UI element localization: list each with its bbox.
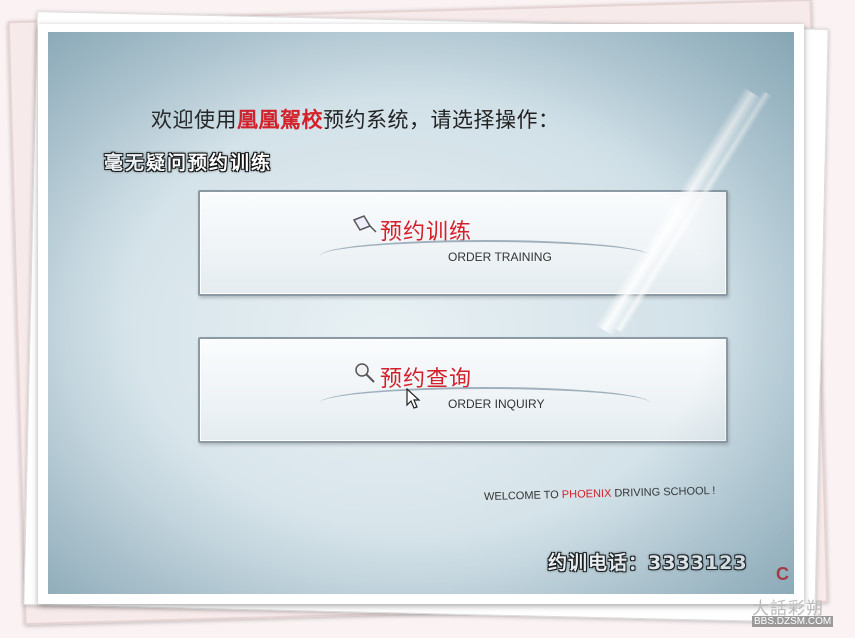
phone-label: 约训电话： [548,552,649,574]
welcome-prefix: 欢迎使用 [151,108,237,132]
footer-pre: WELCOME TO [483,488,562,504]
overlay-caption-top: 毫无疑问预约训练 [104,152,273,174]
welcome-suffix: 预约系统，请选择操作： [323,108,560,132]
footer-brand: PHOENIX [561,487,612,501]
kiosk-screen: 欢迎使用凰凰駕校预约系统，请选择操作： 毫无疑问预约训练 预约训练 ORDER … [48,32,794,594]
logo-fragment: C [776,564,789,584]
mouse-cursor-icon [406,387,422,414]
order-inquiry-button[interactable]: 预约查询 ORDER INQUIRY [198,337,728,443]
footer-post: DRIVING SCHOOL ! [611,484,716,500]
order-inquiry-label-en: ORDER INQUIRY [448,397,545,411]
watermark-url: BBS.DZSM.COM [752,616,834,627]
photo-frame: 欢迎使用凰凰駕校预约系统，请选择操作： 毫无疑问预约训练 预约训练 ORDER … [38,24,804,604]
welcome-footer: WELCOME TO PHOENIX DRIVING SCHOOL ! [484,485,716,503]
overlay-caption-phone: 约训电话：3333123 [548,548,748,575]
phone-number: 3333123 [648,552,748,574]
magnifier-icon [352,361,378,389]
diamond-icon [352,214,378,238]
school-brand: 凰凰駕校 [237,108,323,132]
welcome-heading: 欢迎使用凰凰駕校预约系统，请选择操作： [151,104,560,134]
order-training-label-en: ORDER TRAINING [448,250,552,264]
